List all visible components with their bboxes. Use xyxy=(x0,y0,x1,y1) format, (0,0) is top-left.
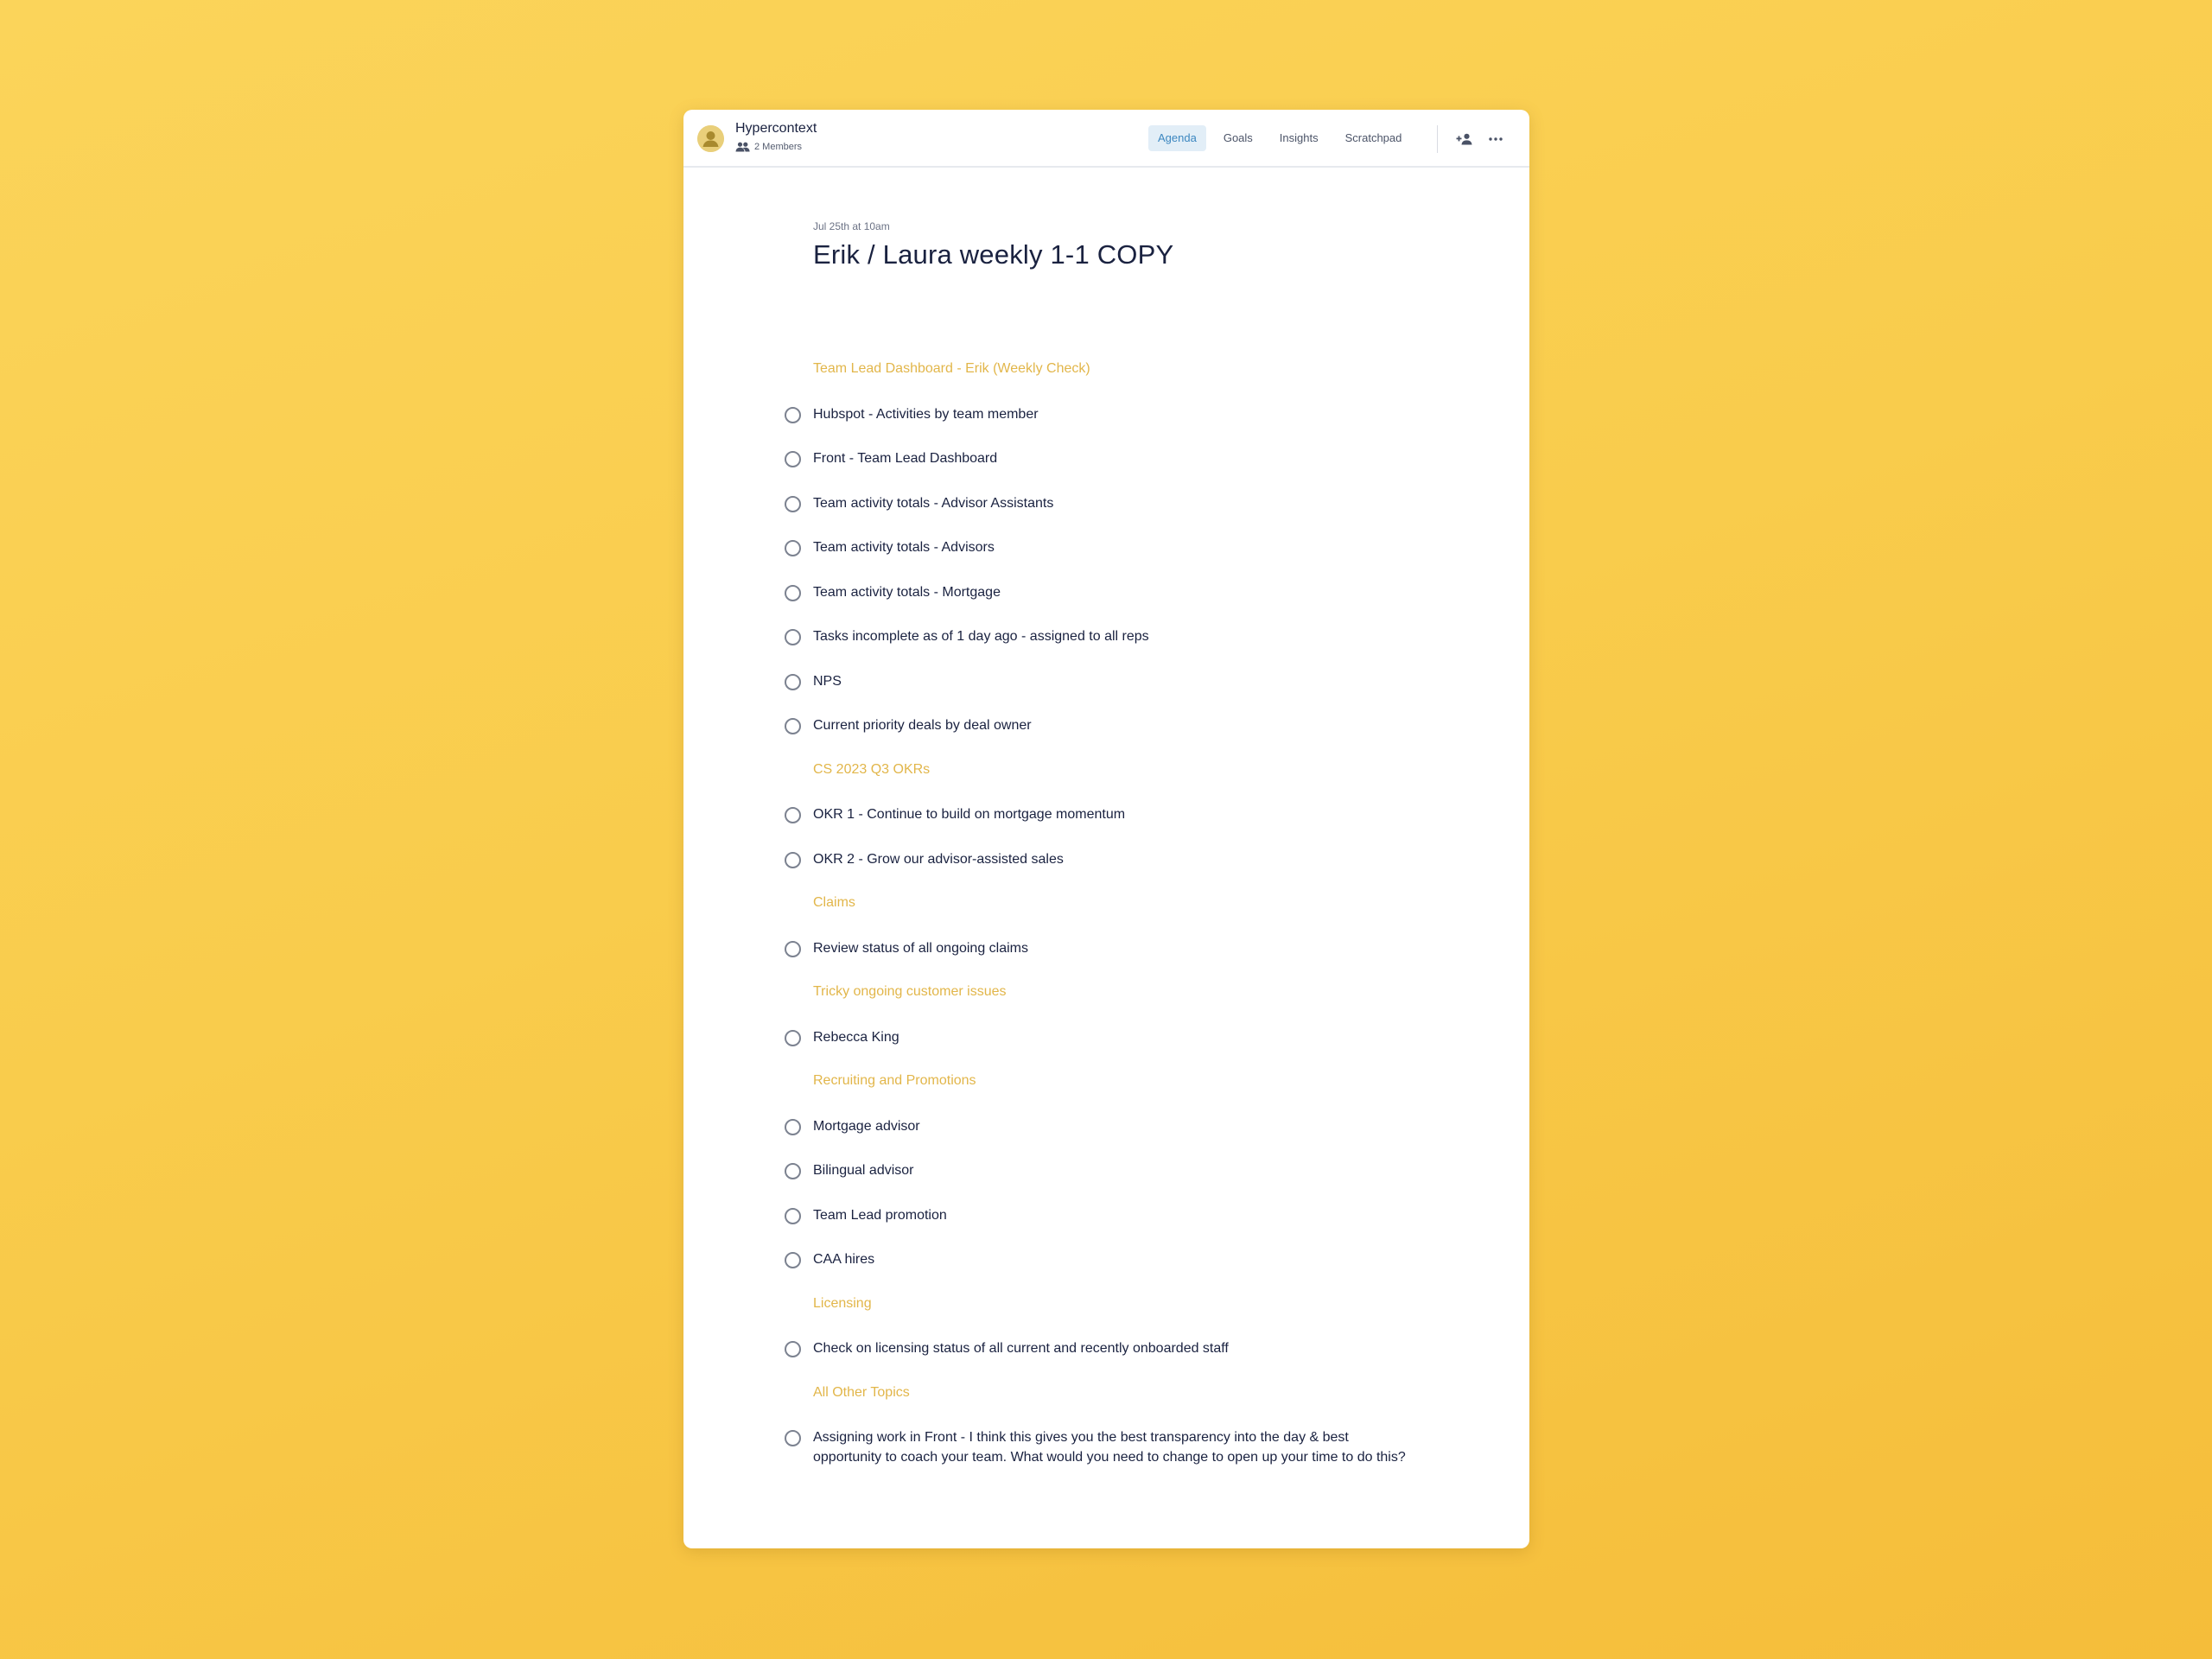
item-checkbox[interactable] xyxy=(785,941,801,957)
tab-insights[interactable]: Insights xyxy=(1270,125,1328,151)
item-checkbox[interactable] xyxy=(785,540,801,556)
item-checkbox[interactable] xyxy=(785,451,801,467)
meeting-title[interactable]: Erik / Laura weekly 1-1 COPY xyxy=(813,239,1173,270)
agenda-section-title[interactable]: Team Lead Dashboard - Erik (Weekly Check… xyxy=(813,361,1090,377)
agenda-item[interactable]: Tasks incomplete as of 1 day ago - assig… xyxy=(813,626,1418,646)
person-add-icon xyxy=(1456,133,1471,145)
people-icon xyxy=(735,142,750,152)
agenda-item[interactable]: Check on licensing status of all current… xyxy=(813,1338,1418,1358)
agenda-section-title[interactable]: Licensing xyxy=(813,1296,872,1312)
agenda-item[interactable]: Assigning work in Front - I think this g… xyxy=(813,1427,1418,1467)
agenda-item[interactable]: Team Lead promotion xyxy=(813,1205,1418,1225)
item-checkbox[interactable] xyxy=(785,718,801,734)
item-checkbox[interactable] xyxy=(785,1252,801,1268)
item-checkbox[interactable] xyxy=(785,1341,801,1357)
toolbar-divider xyxy=(1437,125,1438,153)
item-checkbox[interactable] xyxy=(785,1119,801,1135)
item-checkbox[interactable] xyxy=(785,674,801,690)
more-options-button[interactable] xyxy=(1485,129,1506,149)
item-checkbox[interactable] xyxy=(785,807,801,823)
agenda-section-title[interactable]: Claims xyxy=(813,895,855,911)
tab-agenda[interactable]: Agenda xyxy=(1148,125,1206,151)
item-checkbox[interactable] xyxy=(785,1163,801,1179)
agenda-section-title[interactable]: All Other Topics xyxy=(813,1385,910,1401)
agenda-section-title[interactable]: CS 2023 Q3 OKRs xyxy=(813,762,930,778)
agenda-item[interactable]: NPS xyxy=(813,671,1418,691)
agenda-item[interactable]: Team activity totals - Advisors xyxy=(813,537,1418,557)
agenda-item[interactable]: Rebecca King xyxy=(813,1027,1418,1047)
item-checkbox[interactable] xyxy=(785,407,801,423)
agenda-item[interactable]: Team activity totals - Advisor Assistant… xyxy=(813,493,1418,513)
item-checkbox[interactable] xyxy=(785,629,801,645)
members-label: 2 Members xyxy=(754,142,803,152)
agenda-item[interactable]: Bilingual advisor xyxy=(813,1160,1418,1180)
agenda-item[interactable]: Mortgage advisor xyxy=(813,1116,1418,1136)
agenda-section-title[interactable]: Tricky ongoing customer issues xyxy=(813,984,1007,1000)
meeting-window: Hypercontext 2 Members Agenda Goals Insi… xyxy=(683,110,1529,1548)
more-horizontal-icon xyxy=(1489,137,1503,141)
tab-goals[interactable]: Goals xyxy=(1214,125,1262,151)
agenda-item[interactable]: Review status of all ongoing claims xyxy=(813,938,1418,958)
add-member-button[interactable] xyxy=(1453,129,1474,149)
agenda-item[interactable]: Current priority deals by deal owner xyxy=(813,715,1418,735)
agenda-section-title[interactable]: Recruiting and Promotions xyxy=(813,1073,976,1089)
tab-scratchpad[interactable]: Scratchpad xyxy=(1336,125,1412,151)
item-checkbox[interactable] xyxy=(785,852,801,868)
item-checkbox[interactable] xyxy=(785,496,801,512)
agenda-item[interactable]: OKR 1 - Continue to build on mortgage mo… xyxy=(813,804,1418,824)
members-count[interactable]: 2 Members xyxy=(735,142,802,152)
agenda-item[interactable]: Front - Team Lead Dashboard xyxy=(813,448,1418,468)
agenda-item[interactable]: OKR 2 - Grow our advisor-assisted sales xyxy=(813,849,1418,869)
item-checkbox[interactable] xyxy=(785,1430,801,1446)
agenda-item[interactable]: Hubspot - Activities by team member xyxy=(813,404,1418,424)
meeting-date: Jul 25th at 10am xyxy=(813,220,890,232)
top-bar: Hypercontext 2 Members Agenda Goals Insi… xyxy=(683,110,1529,168)
agenda-item[interactable]: Team activity totals - Mortgage xyxy=(813,582,1418,602)
item-checkbox[interactable] xyxy=(785,1208,801,1224)
user-avatar-icon xyxy=(697,125,724,152)
tab-bar: Agenda Goals Insights Scratchpad xyxy=(1148,125,1419,151)
workspace-name[interactable]: Hypercontext xyxy=(735,121,817,137)
item-checkbox[interactable] xyxy=(785,585,801,601)
item-checkbox[interactable] xyxy=(785,1030,801,1046)
agenda-item[interactable]: CAA hires xyxy=(813,1249,1418,1269)
workspace-avatar[interactable] xyxy=(697,125,724,152)
